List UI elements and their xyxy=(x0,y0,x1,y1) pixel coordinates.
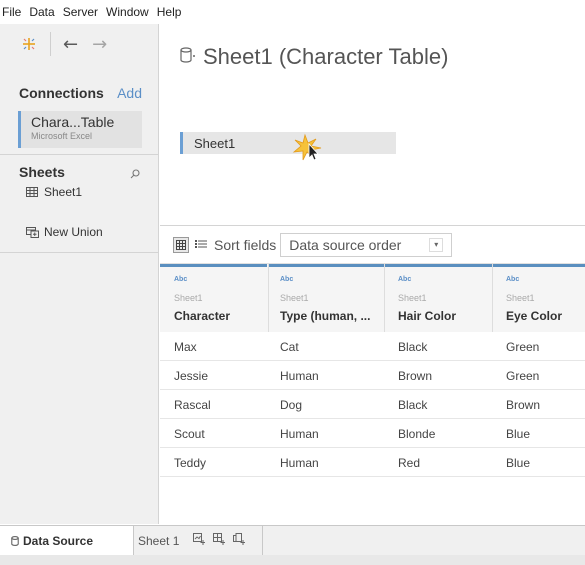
column-divider[interactable] xyxy=(268,264,269,332)
table-cell: Red xyxy=(398,456,421,470)
string-type-icon[interactable]: Abc xyxy=(174,276,187,283)
table-cell: Green xyxy=(506,369,540,383)
string-type-icon[interactable]: Abc xyxy=(398,276,411,283)
table-cell: Jessie xyxy=(174,369,209,383)
sheet-list-item-label: Sheet1 xyxy=(44,185,83,199)
table-cell: Brown xyxy=(398,369,433,383)
column-divider[interactable] xyxy=(384,264,385,332)
column-source: Sheet1 xyxy=(506,293,535,303)
add-connection-link[interactable]: Add xyxy=(117,85,142,101)
database-icon xyxy=(179,46,197,69)
datasource-name[interactable]: Sheet1 (Character Table) xyxy=(203,44,448,70)
sheets-header: Sheets xyxy=(19,164,142,180)
table-cell: Cat xyxy=(280,340,299,354)
menu-bar: File Data Server Window Help xyxy=(0,0,585,24)
table-cell: Green xyxy=(506,340,540,354)
forward-arrow-icon[interactable]: → xyxy=(92,34,107,55)
sheet-list-item[interactable]: Sheet1 xyxy=(26,185,82,199)
new-union-item[interactable]: New Union xyxy=(26,225,103,239)
new-worksheet-icon[interactable] xyxy=(193,533,205,545)
menu-server[interactable]: Server xyxy=(63,5,98,19)
list-view-icon[interactable] xyxy=(195,236,207,254)
database-icon xyxy=(11,535,19,546)
sort-order-dropdown[interactable]: Data source order ▾ xyxy=(280,232,453,257)
new-union-label: New Union xyxy=(44,225,103,239)
column-divider[interactable] xyxy=(492,264,493,332)
new-story-icon[interactable] xyxy=(233,533,245,545)
join-canvas: Sheet1 (Character Table) Sheet1 xyxy=(160,24,585,224)
menu-help[interactable]: Help xyxy=(157,5,182,19)
tab-divider xyxy=(262,526,263,556)
new-dashboard-icon[interactable] xyxy=(213,533,225,545)
table-row: Teddy Human Red Blue xyxy=(160,448,585,477)
datasource-title: Sheet1 (Character Table) xyxy=(179,44,448,70)
menu-window[interactable]: Window xyxy=(106,5,149,19)
column-source: Sheet1 xyxy=(398,293,427,303)
data-grid: Abc Sheet1 Character Abc Sheet1 Type (hu… xyxy=(160,263,585,525)
column-accent-bar xyxy=(269,264,387,267)
column-name[interactable]: Hair Color xyxy=(398,309,456,323)
table-cell: Human xyxy=(280,369,319,383)
connection-item[interactable]: Chara...Table Microsoft Excel xyxy=(18,111,142,148)
column-accent-bar xyxy=(385,264,492,267)
column-accent-bar xyxy=(160,264,267,267)
table-cell: Brown xyxy=(506,398,541,412)
table-cell: Scout xyxy=(174,427,205,441)
table-cell: Black xyxy=(398,398,428,412)
table-cell: Teddy xyxy=(174,456,207,470)
sort-order-value: Data source order xyxy=(289,236,402,253)
left-panel-toolbar: ← → xyxy=(0,24,158,64)
left-panel: ← → Connections Add Chara...Table Micros… xyxy=(0,24,159,524)
sort-fields-label: Sort fields xyxy=(214,236,277,253)
table-cell: Human xyxy=(280,427,319,441)
table-cell: Max xyxy=(174,340,197,354)
menu-file[interactable]: File xyxy=(2,5,21,19)
string-type-icon[interactable]: Abc xyxy=(280,276,293,283)
table-cell: Blue xyxy=(506,427,531,441)
table-cell: Rascal xyxy=(174,398,211,412)
column-name[interactable]: Type (human, ... xyxy=(280,309,370,323)
string-type-icon[interactable]: Abc xyxy=(506,276,519,283)
tab-sheet-1[interactable]: Sheet 1 xyxy=(138,526,179,555)
union-icon xyxy=(26,226,39,238)
table-cell: Human xyxy=(280,456,319,470)
column-source: Sheet1 xyxy=(174,293,203,303)
status-bar xyxy=(0,555,585,565)
tab-data-source[interactable]: Data Source xyxy=(0,526,134,555)
table-cell: Blonde xyxy=(398,427,436,441)
table-row: Rascal Dog Black Brown xyxy=(160,390,585,419)
table-cell: Dog xyxy=(280,398,303,412)
column-source: Sheet1 xyxy=(280,293,309,303)
table-row: Max Cat Black Green xyxy=(160,332,585,361)
section-divider xyxy=(0,252,159,253)
table-row: Jessie Human Brown Green xyxy=(160,361,585,390)
section-divider xyxy=(0,154,159,155)
tab-actions xyxy=(193,533,253,545)
table-icon xyxy=(26,187,38,197)
grid-view-icon[interactable] xyxy=(173,236,189,253)
table-cell: Blue xyxy=(506,456,531,470)
sheets-title: Sheets xyxy=(19,164,65,180)
canvas-table[interactable]: Sheet1 xyxy=(180,132,396,154)
toolbar-divider xyxy=(50,32,51,56)
back-arrow-icon[interactable]: ← xyxy=(63,34,78,55)
tab-data-source-label: Data Source xyxy=(23,533,94,548)
sheet-tab-bar: Data Source Sheet 1 xyxy=(0,525,585,556)
table-cell: Black xyxy=(398,340,428,354)
connections-title: Connections xyxy=(19,85,104,101)
table-row: Scout Human Blonde Blue xyxy=(160,419,585,448)
connection-type: Microsoft Excel xyxy=(31,131,93,141)
menu-data[interactable]: Data xyxy=(29,5,54,19)
grid-header: Abc Sheet1 Character Abc Sheet1 Type (hu… xyxy=(160,264,585,332)
mouse-cursor-icon xyxy=(291,132,327,167)
tableau-logo-icon[interactable] xyxy=(18,33,40,55)
search-icon[interactable] xyxy=(130,166,142,179)
column-name[interactable]: Eye Color xyxy=(506,309,562,323)
grid-toolbar: Sort fields Data source order ▾ xyxy=(160,225,585,263)
chevron-down-icon[interactable]: ▾ xyxy=(429,237,444,252)
connection-name: Chara...Table xyxy=(31,114,115,130)
column-name[interactable]: Character xyxy=(174,309,230,323)
connections-header: Connections Add xyxy=(19,85,142,101)
column-accent-bar xyxy=(493,264,585,267)
